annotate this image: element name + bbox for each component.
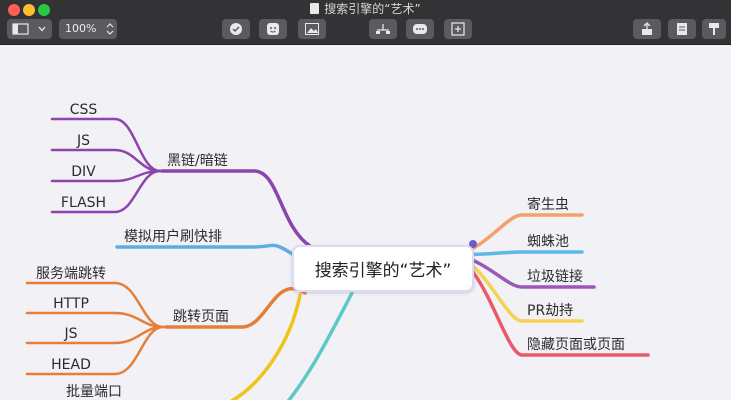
image-button[interactable] — [298, 19, 326, 39]
child-topic[interactable]: DIV — [71, 164, 96, 180]
child-connector — [50, 148, 162, 173]
comment-button[interactable] — [406, 19, 434, 39]
child-topic[interactable]: HEAD — [51, 357, 91, 373]
zoom-select[interactable]: 100% — [59, 19, 117, 39]
image-icon — [305, 23, 319, 35]
branch-topic[interactable]: PR劫持 — [527, 303, 573, 319]
child-topic[interactable]: JS — [63, 326, 77, 342]
topic-icon — [376, 24, 390, 34]
branch-topic[interactable]: 寄生虫 — [527, 196, 569, 213]
branch-topic[interactable]: 隐藏页面或页面 — [527, 337, 625, 353]
branch-topic[interactable]: 跳转页面 — [173, 309, 229, 325]
mindmap-diagram: 黑链/暗链 CSS JS DIV FLASH 模拟用户刷快排跳转页面 服务端跳转 HTTP JS… — [25, 102, 650, 400]
mindmap-canvas[interactable]: 黑链/暗链 CSS JS DIV FLASH 模拟用户刷快排跳转页面 服务端跳转 HTTP JS… — [0, 45, 731, 400]
notes-button[interactable] — [668, 19, 696, 39]
ellipsis-bubble-icon — [413, 24, 427, 34]
smiley-icon — [267, 23, 279, 35]
branch-topic[interactable]: 蜘蛛池 — [527, 234, 569, 250]
format-button[interactable] — [702, 19, 726, 39]
branch-topic[interactable]: 垃圾链接 — [527, 268, 583, 285]
child-connector — [50, 117, 162, 173]
child-connector — [50, 169, 162, 183]
stepper-icon — [106, 23, 114, 35]
sticker-button[interactable] — [259, 19, 287, 39]
window-title: 搜索引擎的“艺术” — [0, 1, 731, 17]
child-topic[interactable]: HTTP — [53, 296, 89, 312]
window-titlebar: 搜索引擎的“艺术” 100% — [0, 0, 731, 45]
child-topic[interactable]: CSS — [70, 102, 98, 118]
branch-topic[interactable]: 批量端口 — [66, 384, 122, 400]
branch-topic[interactable]: 模拟用户刷快排 — [124, 228, 222, 245]
view-menu-button[interactable] — [7, 19, 52, 39]
note-icon — [677, 23, 687, 35]
add-boundary-button[interactable] — [444, 19, 472, 39]
checkmark-circle-icon — [230, 23, 242, 35]
child-topic[interactable]: 服务端跳转 — [36, 266, 106, 282]
branch-connector — [115, 243, 302, 261]
child-connector — [25, 311, 165, 329]
share-icon — [642, 22, 652, 35]
plus-square-icon — [451, 22, 465, 36]
central-topic[interactable]: 搜索引擎的“艺术” — [292, 245, 474, 292]
child-connector — [25, 325, 165, 345]
paint-roller-icon — [709, 23, 719, 35]
document-icon — [310, 3, 320, 14]
sidebar-icon — [11, 23, 45, 35]
child-topic[interactable]: JS — [76, 133, 90, 149]
share-button[interactable] — [633, 19, 661, 39]
child-topic[interactable]: FLASH — [61, 195, 106, 211]
insert-subtopic-button[interactable] — [369, 19, 397, 39]
branch-topic[interactable]: 黑链/暗链 — [167, 153, 228, 169]
zoom-level: 100% — [65, 22, 97, 35]
task-button[interactable] — [222, 19, 250, 39]
